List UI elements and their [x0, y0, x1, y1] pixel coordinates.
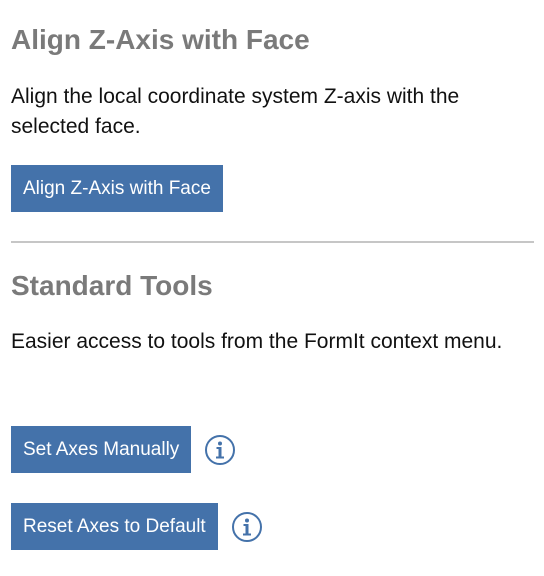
section-divider [11, 241, 534, 243]
align-section: Align Z-Axis with Face [11, 22, 533, 58]
standard-description-block: Easier access to tools from the FormIt c… [11, 327, 533, 357]
align-button-row: Align Z-Axis with Face [11, 165, 223, 212]
info-circle-icon [231, 511, 262, 542]
standard-description: Easier access to tools from the FormIt c… [11, 330, 503, 353]
standard-section: Standard Tools [11, 268, 533, 304]
info-icon[interactable] [204, 434, 236, 466]
set-axes-manually-button[interactable]: Set Axes Manually [11, 426, 192, 473]
align-description-block: Align the local coordinate system Z-axis… [11, 82, 533, 142]
align-z-axis-button[interactable]: Align Z-Axis with Face [11, 165, 223, 212]
reset-axes-row: Reset Axes to Default [11, 503, 263, 550]
info-icon[interactable] [231, 511, 263, 543]
reset-axes-to-default-button[interactable]: Reset Axes to Default [11, 503, 218, 550]
standard-heading: Standard Tools [11, 270, 213, 301]
align-description: Align the local coordinate system Z-axis… [11, 85, 460, 138]
set-axes-row: Set Axes Manually [11, 426, 236, 473]
info-circle-icon [205, 434, 236, 465]
align-heading: Align Z-Axis with Face [11, 24, 310, 55]
